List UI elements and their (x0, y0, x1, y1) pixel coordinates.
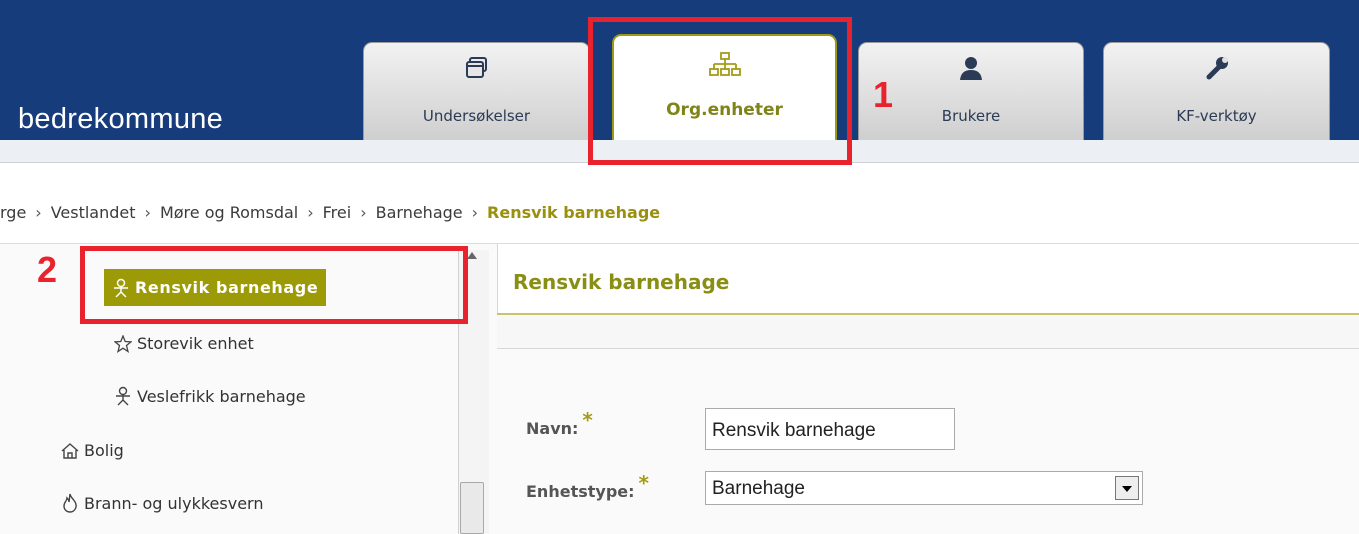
breadcrumb-item[interactable]: Vestlandet (51, 203, 136, 222)
panel-toolbar (497, 315, 1359, 349)
tree-item-brann-og-ulykkesvern[interactable]: Brann- og ulykkesvern (61, 493, 263, 513)
wrench-icon (1104, 55, 1329, 83)
panel-title: Rensvik barnehage (513, 270, 730, 294)
breadcrumb-item[interactable]: Møre og Romsdal (160, 203, 298, 222)
required-marker: * (582, 408, 593, 432)
highlight-box-2 (80, 246, 468, 324)
annotation-number-1: 1 (873, 74, 894, 115)
breadcrumb-current: Rensvik barnehage (487, 203, 661, 222)
annotation-number-2: 2 (37, 249, 58, 290)
tree-item-bolig[interactable]: Bolig (61, 441, 124, 460)
brand-logo: bedrekommune (18, 103, 224, 135)
tree-item-storevik-enhet[interactable]: Storevik enhet (114, 334, 254, 353)
window-icon (364, 55, 589, 83)
tree-item-label: Storevik enhet (137, 334, 254, 353)
scrollbar-thumb[interactable] (460, 482, 484, 534)
highlight-box-1 (588, 17, 852, 165)
breadcrumb-separator: › (35, 203, 42, 222)
required-marker: * (638, 471, 649, 495)
unit-type-select[interactable]: Barnehage (705, 471, 1143, 505)
tab-undersokelser[interactable]: Undersøkelser (363, 42, 590, 140)
breadcrumb-separator: › (471, 203, 479, 222)
name-label: Navn: * (526, 408, 593, 438)
star-icon (114, 334, 132, 353)
breadcrumb-separator: › (307, 203, 314, 222)
tab-label: KF-verktøy (1176, 107, 1257, 125)
fire-icon (63, 493, 77, 513)
breadcrumb-item[interactable]: Barnehage (376, 203, 463, 222)
tree-item-label: Bolig (84, 441, 124, 460)
house-icon (61, 442, 79, 459)
tab-label: Undersøkelser (422, 107, 531, 125)
child-icon (116, 386, 130, 406)
name-field[interactable]: Rensvik barnehage (705, 408, 955, 450)
tree-item-veslefrikk-barnehage[interactable]: Veslefrikk barnehage (114, 386, 306, 406)
scroll-up-icon[interactable] (467, 252, 477, 259)
tab-kf-verktoy[interactable]: KF-verktøy (1103, 42, 1330, 140)
chevron-down-icon[interactable] (1115, 476, 1139, 500)
breadcrumb-item[interactable]: rge (0, 203, 26, 222)
type-label: Enhetstype: * (526, 471, 649, 501)
breadcrumb: rge › Vestlandet › Møre og Romsdal › Frei › Barn… (0, 203, 660, 222)
breadcrumb-separator: › (144, 203, 151, 222)
tree-item-label: Veslefrikk barnehage (137, 386, 306, 406)
breadcrumb-separator: › (360, 203, 367, 222)
breadcrumb-item[interactable]: Frei (323, 203, 352, 222)
tree-item-label: Brann- og ulykkesvern (84, 493, 264, 513)
unit-type-value: Barnehage (712, 478, 805, 499)
